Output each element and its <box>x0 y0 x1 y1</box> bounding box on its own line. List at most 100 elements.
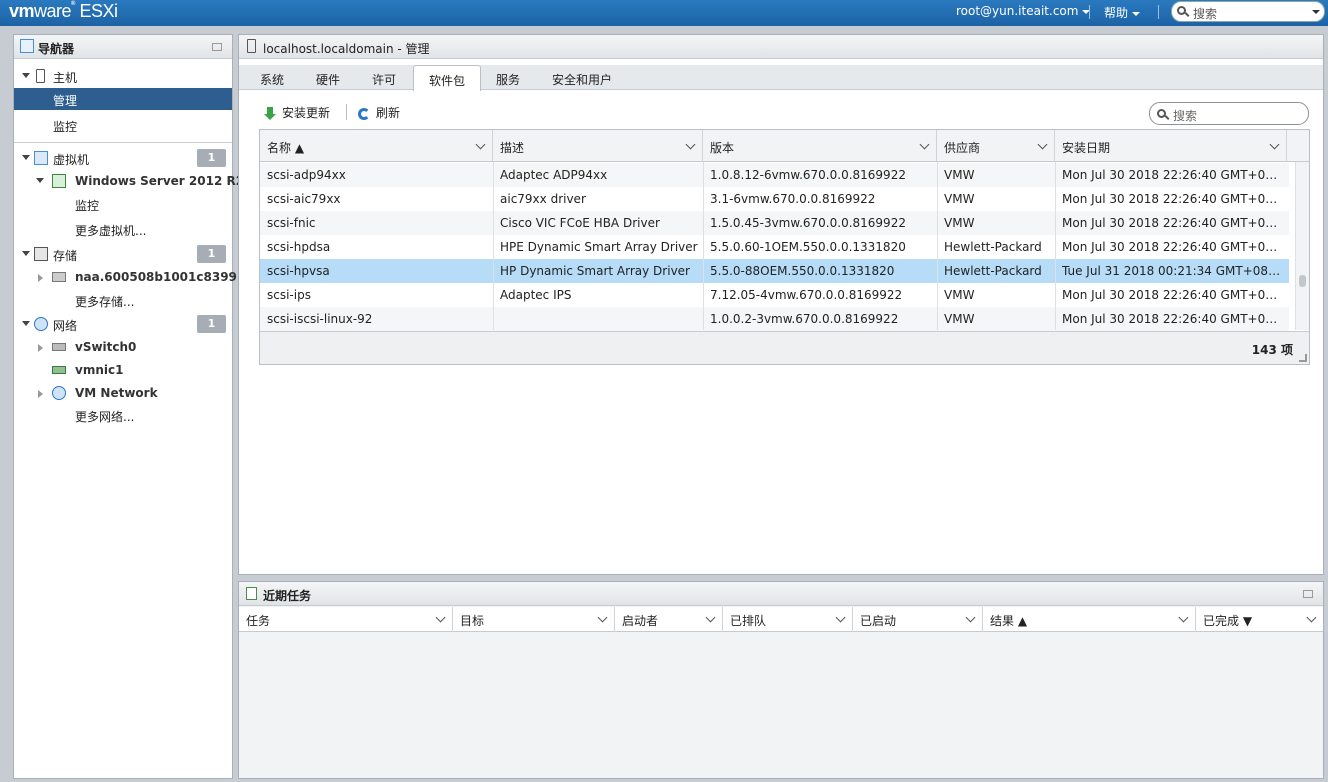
table-cell: scsi-adp94xx <box>267 168 346 182</box>
table-cell: Mon Jul 30 2018 22:26:40 GMT+0800 ... <box>1062 168 1282 182</box>
nav-vswitch[interactable]: vSwitch0 <box>14 336 232 358</box>
global-search-input[interactable]: 搜索 <box>1171 1 1325 22</box>
chevron-down-icon[interactable] <box>597 612 608 623</box>
chevron-down-icon[interactable] <box>919 139 930 150</box>
column-header-vendor[interactable]: 供应商 <box>937 130 1055 162</box>
main-header: localhost.localdomain - 管理 <box>239 35 1323 59</box>
expand-icon[interactable] <box>38 274 43 282</box>
column-header-initiator[interactable]: 启动者 <box>615 607 723 632</box>
table-row[interactable]: scsi-hpvsa HP Dynamic Smart Array Driver 5… <box>260 259 1289 283</box>
column-header-task[interactable]: 任务 <box>239 607 453 632</box>
divider <box>346 104 347 120</box>
navigator-title: 导航器 <box>38 42 75 56</box>
column-header-queued[interactable]: 已排队 <box>723 607 853 632</box>
collapse-icon[interactable] <box>36 178 44 183</box>
chevron-down-icon[interactable] <box>475 139 486 150</box>
column-header-result[interactable]: 结果 ▲ <box>983 607 1196 632</box>
package-table: 名称 ▲ 描述 版本 供应商 安装日期 scsi-adp94xx Adaptec … <box>259 129 1310 365</box>
chevron-down-icon[interactable] <box>705 612 716 623</box>
column-divider <box>1055 162 1056 330</box>
table-cell: Mon Jul 30 2018 22:26:40 GMT+0800 ... <box>1062 312 1282 326</box>
table-row[interactable]: scsi-aic79xx aic79xx driver 3.1-6vmw.670.0… <box>260 187 1289 211</box>
column-divider <box>703 162 704 330</box>
table-cell: Hewlett-Packard <box>944 240 1042 254</box>
table-cell: 7.12.05-4vmw.670.0.0.8169922 <box>710 288 903 302</box>
nav-vm-item[interactable]: Windows Server 2012 R2 <box>14 170 244 192</box>
chevron-down-icon[interactable] <box>1037 139 1048 150</box>
refresh-button[interactable]: 刷新 <box>358 104 400 121</box>
user-menu[interactable]: root@yun.iteait.com <box>956 4 1091 18</box>
minimize-icon[interactable] <box>212 43 222 51</box>
tab-packages[interactable]: 软件包 <box>413 65 482 91</box>
table-cell: 1.5.0.45-3vmw.670.0.0.8169922 <box>710 216 906 230</box>
nav-more-networks[interactable]: 更多网络... <box>14 404 232 426</box>
collapse-icon[interactable] <box>22 321 30 326</box>
table-footer: 143 项 <box>260 331 1309 364</box>
table-cell: Cisco VIC FCoE HBA Driver <box>500 216 660 230</box>
column-header-name[interactable]: 名称 ▲ <box>260 130 493 162</box>
tab-hardware[interactable]: 硬件 <box>316 71 340 88</box>
nav-more-storage[interactable]: 更多存储... <box>14 289 232 311</box>
package-search-input[interactable]: 搜索 <box>1149 102 1309 125</box>
chevron-down-icon[interactable] <box>835 612 846 623</box>
nav-storage[interactable]: 存储 1 <box>14 243 232 265</box>
column-header-install-date[interactable]: 安装日期 <box>1055 130 1287 162</box>
recent-tasks-panel: 近期任务 任务 目标 启动者 已排队 已启动 结果 ▲ 已完成 ▼ <box>238 581 1324 779</box>
table-row[interactable]: scsi-fnic Cisco VIC FCoE HBA Driver 1.5.0.… <box>260 211 1289 235</box>
host-icon <box>247 39 256 53</box>
collapse-icon[interactable] <box>22 155 30 160</box>
expand-icon[interactable] <box>38 390 43 398</box>
install-update-button[interactable]: 安装更新 <box>264 104 330 121</box>
nav-datastore[interactable]: naa.600508b1001c8399... <box>14 266 251 288</box>
column-header-completed[interactable]: 已完成 ▼ <box>1196 607 1323 632</box>
table-row[interactable]: scsi-iscsi-linux-92 1.0.0.2-3vmw.670.0.0.… <box>260 307 1289 331</box>
table-cell: HPE Dynamic Smart Array Driver <box>500 240 698 254</box>
divider <box>14 142 232 143</box>
table-cell: Mon Jul 30 2018 22:26:40 GMT+0800 ... <box>1062 240 1282 254</box>
tab-security-users[interactable]: 安全和用户 <box>552 71 612 88</box>
nav-host-manage[interactable]: 管理 <box>14 88 232 110</box>
nav-host-monitor[interactable]: 监控 <box>14 114 232 136</box>
nav-host[interactable]: 主机 <box>14 65 232 87</box>
chevron-down-icon[interactable] <box>1178 612 1189 623</box>
host-icon <box>36 69 45 83</box>
table-cell: 1.0.0.2-3vmw.670.0.0.8169922 <box>710 312 899 326</box>
nav-vm-monitor[interactable]: 监控 <box>14 193 232 215</box>
table-row[interactable]: scsi-hpdsa HPE Dynamic Smart Array Driver… <box>260 235 1289 259</box>
table-cell: 1.0.8.12-6vmw.670.0.0.8169922 <box>710 168 906 182</box>
nav-vms[interactable]: 虚拟机 1 <box>14 147 232 169</box>
tab-services[interactable]: 服务 <box>496 71 520 88</box>
column-header-version[interactable]: 版本 <box>703 130 937 162</box>
collapse-icon[interactable] <box>22 73 30 78</box>
chevron-down-icon[interactable] <box>1306 612 1317 623</box>
table-row[interactable]: scsi-ips Adaptec IPS 7.12.05-4vmw.670.0.0.… <box>260 283 1289 307</box>
nav-vm-network[interactable]: VM Network <box>14 382 232 404</box>
table-cell: scsi-hpdsa <box>267 240 331 254</box>
nav-more-vms[interactable]: 更多虚拟机... <box>14 218 232 240</box>
column-header-started[interactable]: 已启动 <box>853 607 983 632</box>
help-menu[interactable]: 帮助 <box>1104 4 1141 21</box>
minimize-icon[interactable] <box>1303 590 1313 598</box>
nav-vmnic[interactable]: vmnic1 <box>14 359 232 381</box>
chevron-down-icon[interactable] <box>1269 139 1280 150</box>
tab-system[interactable]: 系统 <box>260 71 284 88</box>
table-cell: VMW <box>944 216 975 230</box>
table-row[interactable]: scsi-adp94xx Adaptec ADP94xx 1.0.8.12-6vmw… <box>260 163 1289 187</box>
column-divider <box>493 162 494 330</box>
resize-grip-icon[interactable] <box>1299 354 1307 362</box>
chevron-down-icon[interactable] <box>685 139 696 150</box>
refresh-icon <box>358 107 370 120</box>
chevron-down-icon[interactable] <box>1312 10 1320 14</box>
expand-icon[interactable] <box>38 344 43 352</box>
nav-network[interactable]: 网络 1 <box>14 313 232 335</box>
search-icon <box>1177 6 1186 15</box>
scrollbar-thumb[interactable] <box>1299 275 1306 287</box>
collapse-icon[interactable] <box>22 251 30 256</box>
tab-licensing[interactable]: 许可 <box>372 71 396 88</box>
vertical-scrollbar[interactable] <box>1295 162 1309 330</box>
column-header-description[interactable]: 描述 <box>493 130 703 162</box>
chevron-down-icon[interactable] <box>965 612 976 623</box>
column-header-target[interactable]: 目标 <box>453 607 615 632</box>
table-cell: 5.5.0.60-1OEM.550.0.0.1331820 <box>710 240 906 254</box>
chevron-down-icon[interactable] <box>435 612 446 623</box>
